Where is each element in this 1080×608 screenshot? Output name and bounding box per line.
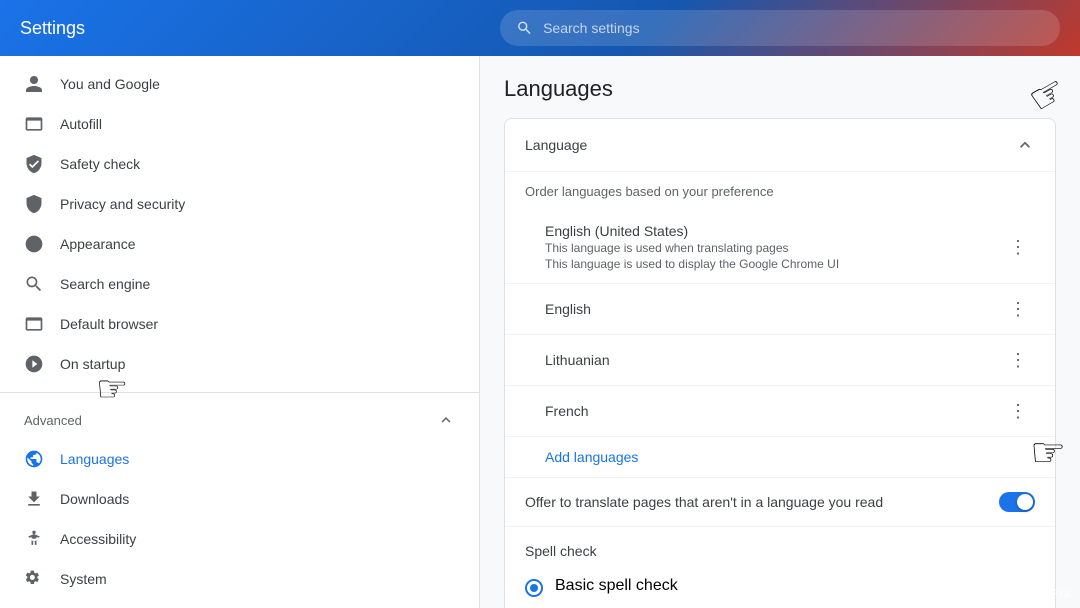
sidebar-item-autofill[interactable]: Autofill	[0, 104, 479, 144]
search-icon	[516, 19, 533, 37]
shield-icon	[24, 154, 44, 174]
browser-icon	[24, 314, 44, 334]
translate-label: Offer to translate pages that aren't in …	[525, 494, 883, 510]
chevron-up-icon-section	[1015, 135, 1035, 155]
sidebar-label-search-engine: Search engine	[60, 276, 150, 292]
sidebar-label-appearance: Appearance	[60, 236, 136, 252]
sidebar-divider	[0, 392, 479, 393]
advanced-label: Advanced	[24, 413, 82, 428]
language-menu-french[interactable]: ⋮	[1001, 398, 1035, 424]
language-name-lithuanian: Lithuanian	[545, 352, 610, 368]
content-area: Languages Language Order languages based…	[480, 56, 1080, 608]
language-menu-english[interactable]: ⋮	[1001, 296, 1035, 322]
sidebar: You and Google Autofill Safety check Pri…	[0, 56, 480, 608]
spell-check-title: Spell check	[525, 543, 1035, 559]
download-icon	[24, 489, 44, 509]
sidebar-label-privacy-security: Privacy and security	[60, 196, 185, 212]
language-name-english: English	[545, 301, 591, 317]
language-subheader: Order languages based on your preference	[505, 172, 1055, 211]
language-menu-lithuanian[interactable]: ⋮	[1001, 347, 1035, 373]
sidebar-label-safety-check: Safety check	[60, 156, 140, 172]
advanced-section-header[interactable]: Advanced	[0, 401, 479, 439]
privacy-icon	[24, 194, 44, 214]
sidebar-label-languages: Languages	[60, 451, 129, 467]
system-icon	[24, 569, 44, 589]
search-bar[interactable]	[500, 10, 1060, 46]
search-input[interactable]	[543, 20, 1044, 36]
sidebar-item-search-engine[interactable]: Search engine	[0, 264, 479, 304]
main-layout: You and Google Autofill Safety check Pri…	[0, 56, 1080, 608]
sidebar-item-safety-check[interactable]: Safety check	[0, 144, 479, 184]
basic-spell-check-info: Basic spell check	[555, 577, 678, 595]
sidebar-item-you-and-google[interactable]: You and Google	[0, 64, 479, 104]
page-title: Languages	[504, 76, 1056, 102]
language-menu-english-us[interactable]: ⋮	[1001, 234, 1035, 260]
person-icon	[24, 74, 44, 94]
autofill-icon	[24, 114, 44, 134]
add-languages-button[interactable]: Add languages	[505, 437, 1055, 477]
basic-spell-check-label: Basic spell check	[555, 577, 678, 595]
header: Settings	[0, 0, 1080, 56]
sidebar-item-default-browser[interactable]: Default browser	[0, 304, 479, 344]
language-row-english: English ⋮	[505, 284, 1055, 335]
basic-spell-check-option[interactable]: Basic spell check	[525, 571, 1035, 603]
sidebar-item-reset[interactable]: Reset and clean up	[0, 599, 479, 608]
basic-spell-check-radio[interactable]	[525, 579, 543, 597]
sidebar-label-system: System	[60, 571, 107, 587]
spell-check-section: Spell check Basic spell check Enhanced s…	[505, 526, 1055, 608]
translate-row: Offer to translate pages that aren't in …	[505, 477, 1055, 526]
language-row-french: French ⋮	[505, 386, 1055, 437]
accessibility-icon	[24, 529, 44, 549]
sidebar-label-on-startup: On startup	[60, 356, 125, 372]
language-row-english-us: English (United States) This language is…	[505, 211, 1055, 284]
language-name-english-us: English (United States)	[545, 223, 839, 239]
globe-icon	[24, 449, 44, 469]
sidebar-label-you-and-google: You and Google	[60, 76, 160, 92]
language-name-french: French	[545, 403, 589, 419]
sidebar-label-default-browser: Default browser	[60, 316, 158, 332]
sidebar-item-downloads[interactable]: Downloads	[0, 479, 479, 519]
sidebar-item-system[interactable]: System	[0, 559, 479, 599]
sidebar-label-autofill: Autofill	[60, 116, 102, 132]
sidebar-item-on-startup[interactable]: On startup	[0, 344, 479, 384]
sidebar-item-languages[interactable]: Languages	[0, 439, 479, 479]
sidebar-item-appearance[interactable]: Appearance	[0, 224, 479, 264]
watermark: UGOTFIX	[1016, 588, 1072, 600]
language-header-label: Language	[525, 137, 587, 153]
appearance-icon	[24, 234, 44, 254]
sidebar-item-privacy-security[interactable]: Privacy and security	[0, 184, 479, 224]
translate-toggle[interactable]	[999, 492, 1035, 512]
sidebar-label-accessibility: Accessibility	[60, 531, 136, 547]
search-icon-sidebar	[24, 274, 44, 294]
language-row-lithuanian: Lithuanian ⋮	[505, 335, 1055, 386]
language-section-header[interactable]: Language	[505, 119, 1055, 172]
startup-icon	[24, 354, 44, 374]
sidebar-label-downloads: Downloads	[60, 491, 129, 507]
language-sub1-english-us: This language is used when translating p…	[545, 241, 839, 255]
enhanced-spell-check-option[interactable]: Enhanced spell check Uses the same spell…	[525, 603, 1035, 608]
app-title: Settings	[20, 18, 480, 39]
language-info-english-us: English (United States) This language is…	[545, 223, 839, 271]
sidebar-item-accessibility[interactable]: Accessibility	[0, 519, 479, 559]
language-sub2-english-us: This language is used to display the Goo…	[545, 257, 839, 271]
language-section-card: Language Order languages based on your p…	[504, 118, 1056, 608]
chevron-up-icon	[437, 411, 455, 429]
